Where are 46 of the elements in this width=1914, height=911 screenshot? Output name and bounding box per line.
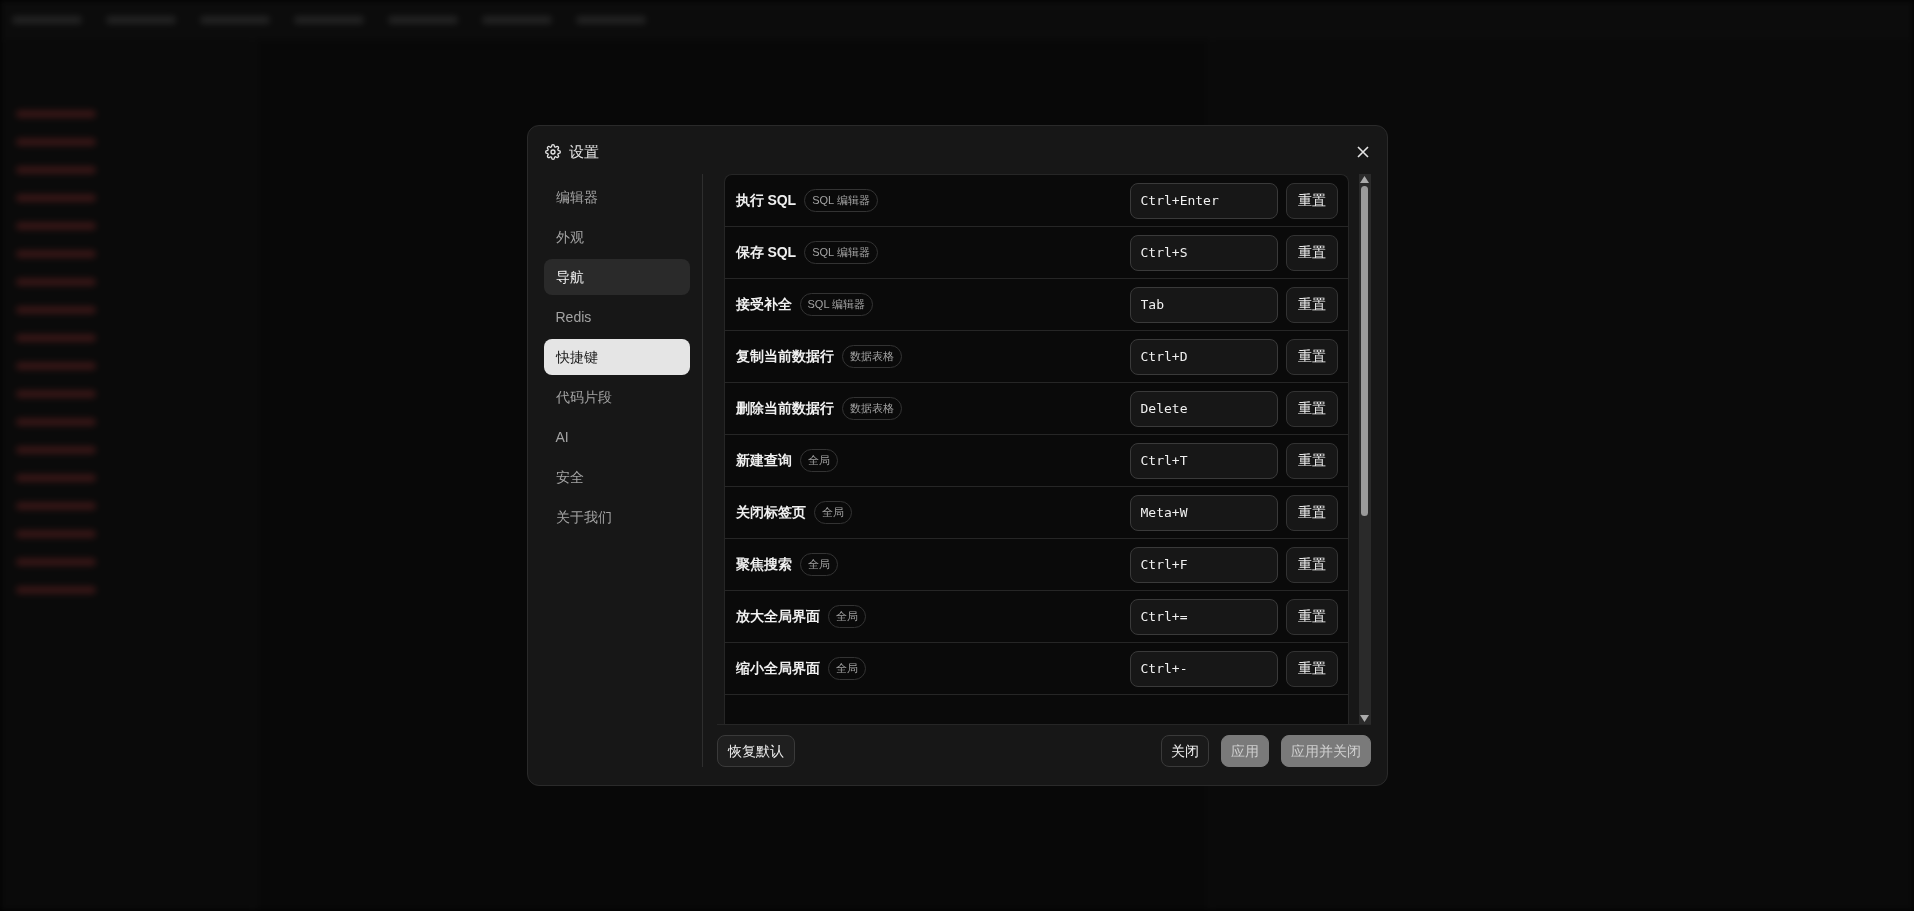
restore-defaults-button[interactable]: 恢复默认 [716, 735, 795, 767]
reset-button[interactable]: 重置 [1285, 182, 1338, 219]
shortcut-field[interactable]: Delete [1129, 390, 1278, 427]
settings-nav-item[interactable]: 快捷键 [543, 339, 690, 375]
shortcut-name: 放大全局界面 [735, 607, 820, 626]
shortcut-name: 删除当前数据行 [735, 399, 834, 418]
reset-button[interactable]: 重置 [1285, 650, 1338, 687]
footer-button[interactable]: 关闭 [1160, 735, 1209, 767]
settings-nav-item[interactable]: 代码片段 [543, 379, 690, 415]
reset-button[interactable]: 重置 [1285, 390, 1338, 427]
shortcut-field[interactable]: Tab [1129, 286, 1278, 323]
shortcut-field[interactable]: Ctrl+- [1129, 650, 1278, 687]
shortcut-name: 关闭标签页 [735, 503, 806, 522]
settings-nav-item[interactable]: 关于我们 [543, 499, 690, 535]
settings-nav-item[interactable]: 安全 [543, 459, 690, 495]
shortcut-field[interactable]: Ctrl+Enter [1129, 182, 1278, 219]
reset-button[interactable]: 重置 [1285, 494, 1338, 531]
shortcut-name: 接受补全 [735, 295, 792, 314]
shortcut-name: 复制当前数据行 [735, 347, 834, 366]
reset-button[interactable]: 重置 [1285, 546, 1338, 583]
reset-button[interactable]: 重置 [1285, 286, 1338, 323]
shortcut-field[interactable]: Meta+W [1129, 494, 1278, 531]
settings-icon [544, 144, 561, 160]
reset-button[interactable]: 重置 [1285, 234, 1338, 271]
shortcut-name: 缩小全局界面 [735, 659, 820, 678]
scroll-down-arrow-icon[interactable] [1360, 715, 1369, 722]
reset-button[interactable]: 重置 [1285, 338, 1338, 375]
shortcut-name: 聚焦搜索 [735, 555, 792, 574]
shortcut-field[interactable]: Ctrl+= [1129, 598, 1278, 635]
shortcut-name: 新建查询 [735, 451, 792, 470]
settings-nav-item[interactable]: 外观 [543, 219, 690, 255]
shortcut-field[interactable]: Ctrl+F [1129, 546, 1278, 583]
scroll-up-arrow-icon[interactable] [1360, 176, 1369, 183]
shortcut-field[interactable]: Ctrl+D [1129, 338, 1278, 375]
shortcut-name: 执行 SQL [735, 191, 797, 210]
dialog-title: 设置 [568, 141, 599, 162]
scrollbar[interactable] [1358, 174, 1371, 724]
shortcut-field[interactable]: Ctrl+T [1129, 442, 1278, 479]
shortcut-name: 保存 SQL [735, 243, 797, 262]
reset-button[interactable]: 重置 [1285, 598, 1338, 635]
shortcut-field[interactable]: Ctrl+S [1129, 234, 1278, 271]
settings-nav-item[interactable]: 编辑器 [543, 179, 690, 215]
settings-nav-item[interactable]: 导航 [543, 259, 690, 295]
reset-button[interactable]: 重置 [1285, 442, 1338, 479]
settings-nav-item[interactable]: AI [543, 419, 690, 455]
settings-nav-item[interactable]: Redis [543, 299, 690, 335]
